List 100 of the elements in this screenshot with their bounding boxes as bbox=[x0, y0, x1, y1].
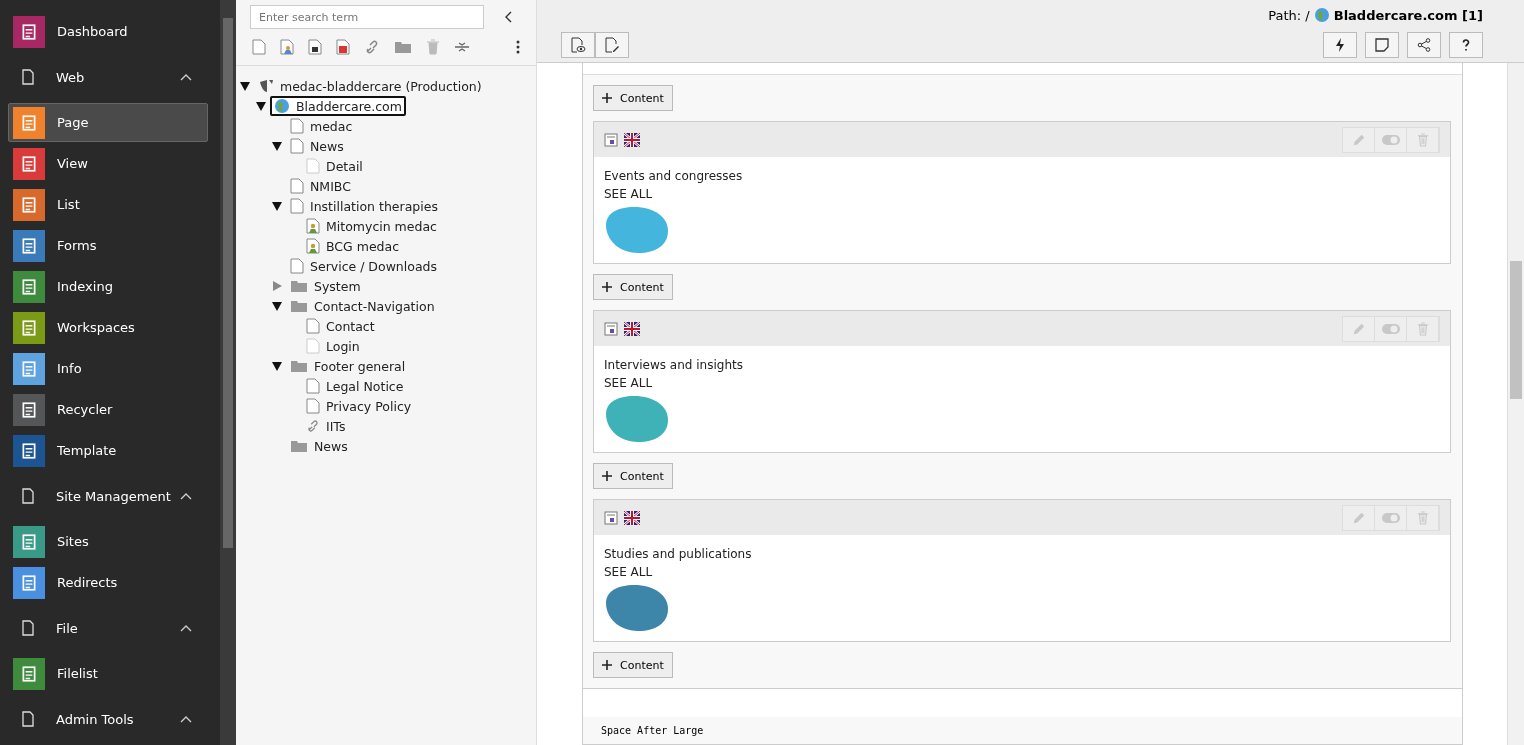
page-icon bbox=[306, 318, 320, 334]
user-page-icon bbox=[306, 238, 320, 254]
tree-node[interactable]: Bladdercare.com bbox=[270, 96, 406, 116]
plus-icon bbox=[602, 471, 612, 481]
path-page[interactable]: Bladdercare.com [1] bbox=[1333, 7, 1483, 23]
see-all-link[interactable]: SEE ALL bbox=[604, 185, 653, 203]
new-page-icon[interactable] bbox=[252, 39, 266, 55]
toggle-icon bbox=[1381, 134, 1400, 145]
expanded-icon[interactable] bbox=[240, 81, 250, 91]
tree-node[interactable]: Mitomycin medac bbox=[302, 216, 441, 236]
module-group[interactable]: Site Management bbox=[0, 481, 220, 511]
flag-icon bbox=[624, 510, 640, 525]
flag-icon bbox=[624, 321, 640, 336]
tree-node[interactable]: medac bbox=[286, 116, 357, 136]
page-icon bbox=[290, 138, 304, 154]
plus-icon bbox=[602, 93, 612, 103]
expanded-icon[interactable] bbox=[272, 201, 282, 211]
tree-node[interactable]: News bbox=[286, 136, 348, 156]
page-icon bbox=[290, 178, 304, 194]
module-item[interactable]: Redirects bbox=[8, 563, 208, 602]
path-label: Path: / bbox=[1268, 7, 1310, 23]
module-item[interactable]: Template bbox=[8, 431, 208, 470]
module-item[interactable]: Recycler bbox=[8, 390, 208, 429]
module-item[interactable]: List bbox=[8, 185, 208, 224]
tree-node[interactable]: BCG medac bbox=[302, 236, 404, 256]
help-button[interactable] bbox=[1449, 32, 1483, 58]
note-button[interactable] bbox=[1365, 32, 1399, 58]
toggle-button[interactable] bbox=[1375, 505, 1407, 530]
add-content-button[interactable]: Content bbox=[593, 463, 673, 489]
more-icon[interactable] bbox=[516, 39, 520, 55]
view-page-button[interactable] bbox=[561, 32, 595, 58]
module-item[interactable]: View bbox=[8, 144, 208, 183]
tree-node[interactable]: Service / Downloads bbox=[286, 256, 441, 276]
tree-node[interactable]: Contact-Navigation bbox=[286, 296, 439, 316]
element-title: Interviews and insights bbox=[604, 357, 743, 374]
module-item[interactable]: Dashboard bbox=[8, 12, 208, 51]
link-icon bbox=[306, 419, 320, 433]
scrollbar-thumb[interactable] bbox=[223, 18, 233, 548]
section-label: Space After Large bbox=[583, 717, 1462, 744]
chevron-icon bbox=[180, 73, 192, 81]
tree-node[interactable]: Login bbox=[302, 336, 364, 356]
page-icon bbox=[20, 620, 36, 636]
logo-icon bbox=[258, 78, 274, 94]
expanded-icon[interactable] bbox=[272, 301, 282, 311]
folder-icon bbox=[290, 279, 308, 293]
scrollbar-thumb[interactable] bbox=[1510, 261, 1522, 399]
add-content-button[interactable]: Content bbox=[593, 274, 673, 300]
trash-icon bbox=[1416, 321, 1429, 336]
see-all-link[interactable]: SEE ALL bbox=[604, 374, 653, 392]
toggle-button[interactable] bbox=[1375, 127, 1407, 152]
edit-page-button[interactable] bbox=[595, 32, 629, 58]
toggle-button[interactable] bbox=[1375, 316, 1407, 341]
globe-icon bbox=[1313, 7, 1330, 23]
module-group[interactable]: Admin Tools bbox=[0, 704, 220, 734]
expanded-icon[interactable] bbox=[256, 101, 266, 111]
tree-node[interactable]: News bbox=[286, 436, 352, 456]
collapsed-icon[interactable] bbox=[272, 281, 282, 291]
module-item[interactable]: Workspaces bbox=[8, 308, 208, 347]
module-group[interactable]: Web bbox=[0, 62, 220, 92]
module-item[interactable]: Forms bbox=[8, 226, 208, 265]
tree-node[interactable]: Privacy Policy bbox=[302, 396, 416, 416]
add-content-button[interactable]: Content bbox=[593, 652, 673, 678]
user-page-icon bbox=[306, 218, 320, 234]
tree-node[interactable]: Legal Notice bbox=[302, 376, 408, 396]
chevron-left-icon[interactable] bbox=[504, 11, 512, 23]
module-group[interactable]: File bbox=[0, 613, 220, 643]
add-content-button[interactable]: Content bbox=[593, 85, 673, 111]
tree-node[interactable]: Instillation therapies bbox=[286, 196, 442, 216]
folder-icon bbox=[290, 439, 308, 453]
flash-button[interactable] bbox=[1323, 32, 1357, 58]
module-item[interactable]: Info bbox=[8, 349, 208, 388]
tree-node[interactable]: Contact bbox=[302, 316, 379, 336]
content-type-icon bbox=[604, 510, 618, 525]
plus-icon bbox=[602, 282, 612, 292]
expanded-icon[interactable] bbox=[272, 361, 282, 371]
folder-icon[interactable] bbox=[394, 40, 412, 54]
search-field[interactable]: Enter search term bbox=[250, 5, 484, 29]
tree-node[interactable]: NMIBC bbox=[286, 176, 355, 196]
page-icon bbox=[20, 711, 36, 727]
tree-node[interactable]: IITs bbox=[302, 416, 350, 436]
see-all-link[interactable]: SEE ALL bbox=[604, 563, 653, 581]
tree-node[interactable]: System bbox=[286, 276, 365, 296]
content-type-icon bbox=[604, 132, 618, 147]
globe-icon bbox=[274, 98, 290, 114]
trash-icon bbox=[1416, 132, 1429, 147]
chevron-icon bbox=[180, 624, 192, 632]
page-icon bbox=[306, 338, 320, 354]
expanded-icon[interactable] bbox=[272, 141, 282, 151]
module-item[interactable]: Sites bbox=[8, 522, 208, 561]
tree-node[interactable]: Detail bbox=[302, 156, 367, 176]
toggle-icon bbox=[1381, 323, 1400, 334]
module-item[interactable]: Filelist bbox=[8, 654, 208, 693]
module-item[interactable]: Indexing bbox=[8, 267, 208, 306]
share-button[interactable] bbox=[1407, 32, 1441, 58]
folder-icon bbox=[290, 359, 308, 373]
module-item[interactable]: Page bbox=[8, 103, 208, 142]
link-icon[interactable] bbox=[364, 39, 380, 55]
tree-node[interactable]: medac-bladdercare (Production) bbox=[254, 76, 486, 96]
user-page-icon[interactable] bbox=[280, 39, 294, 55]
tree-node[interactable]: Footer general bbox=[286, 356, 410, 376]
